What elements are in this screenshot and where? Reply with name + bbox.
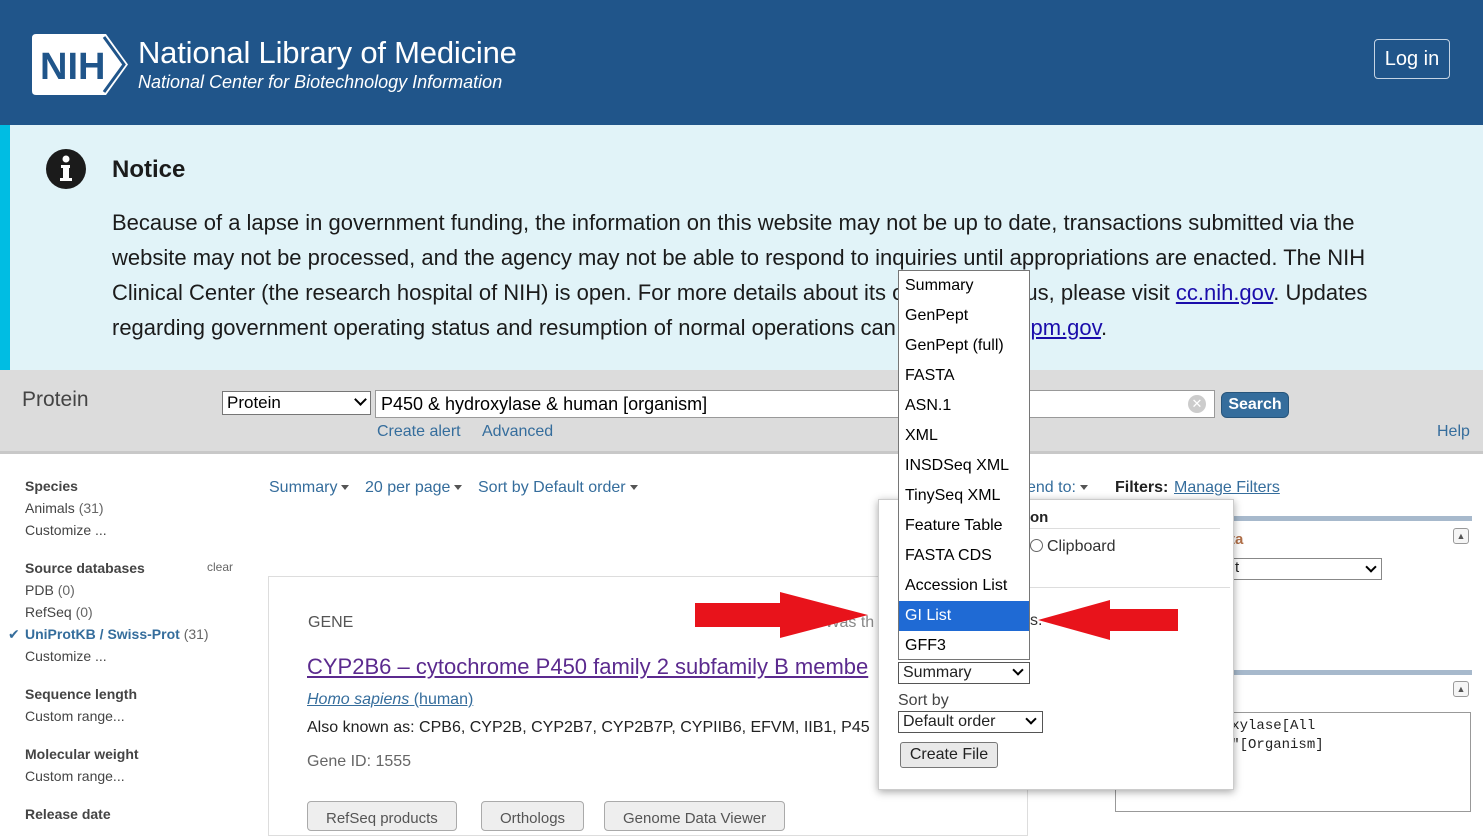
notice-body: Because of a lapse in government funding…: [112, 210, 1368, 340]
site-header: NIH National Library of Medicine Nationa…: [0, 0, 1483, 125]
sort-by-label: Sort by: [898, 692, 949, 709]
genome-data-viewer-button[interactable]: Genome Data Viewer: [604, 801, 786, 831]
chevron-down-icon: [1365, 561, 1377, 573]
database-select[interactable]: Protein: [222, 391, 371, 415]
checkmark-icon: ✔: [8, 626, 20, 642]
database-label: Protein: [22, 388, 89, 411]
caret-down-icon: [629, 485, 638, 491]
login-button[interactable]: Log in: [1374, 39, 1450, 79]
format-dropdown-list: Summary GenPept GenPept (full) FASTA ASN…: [898, 270, 1030, 660]
divider: [1030, 587, 1230, 588]
manage-filters-link[interactable]: Manage Filters: [1174, 479, 1280, 497]
format-option-fasta[interactable]: FASTA: [899, 361, 1029, 391]
format-option-genpept-full[interactable]: GenPept (full): [899, 331, 1029, 361]
per-page-menu[interactable]: 20 per page: [365, 479, 463, 497]
site-subtitle: National Center for Biotechnology Inform…: [138, 72, 503, 92]
gene-id: Gene ID: 1555: [307, 753, 412, 770]
display-format-menu[interactable]: Summary: [269, 479, 350, 497]
release-date-heading: Release date: [25, 806, 111, 822]
advanced-link[interactable]: Advanced: [482, 423, 553, 441]
opm-link[interactable]: opm.gov: [1018, 315, 1101, 340]
filter-refseq[interactable]: RefSeq (0): [25, 604, 93, 620]
organism-link[interactable]: Homo sapiens (human): [307, 691, 473, 709]
sequence-length-custom-link[interactable]: Custom range...: [25, 708, 125, 724]
format-option-summary[interactable]: Summary: [899, 271, 1029, 301]
annotation-arrow-left-icon: [1038, 600, 1178, 640]
format-option-genpept[interactable]: GenPept: [899, 301, 1029, 331]
collapse-icon[interactable]: ▲: [1453, 681, 1469, 697]
format-option-asn1[interactable]: ASN.1: [899, 391, 1029, 421]
create-file-button[interactable]: Create File: [900, 742, 998, 768]
caret-down-icon: [1079, 485, 1088, 491]
format-select[interactable]: Summary: [898, 662, 1030, 684]
filter-pdb[interactable]: PDB (0): [25, 582, 75, 598]
clear-source-link[interactable]: clear: [207, 560, 233, 574]
caret-down-icon: [454, 485, 463, 491]
filter-uniprot[interactable]: ✔ UniProtKB / Swiss-Prot (31): [8, 626, 209, 642]
search-button[interactable]: Search: [1221, 392, 1289, 418]
annotation-arrow-right-icon: [695, 592, 868, 638]
source-databases-heading: Source databases: [25, 560, 145, 576]
cc-nih-link[interactable]: cc.nih.gov: [1176, 280, 1273, 305]
customize-species-link[interactable]: Customize ...: [25, 522, 107, 538]
chevron-down-icon: [1012, 664, 1024, 676]
send-to-menu[interactable]: end to:: [1027, 479, 1088, 497]
gene-heading: GENE: [308, 614, 354, 631]
related-data-select[interactable]: t: [1232, 558, 1382, 580]
notice-title: Notice: [112, 156, 186, 183]
format-option-accession-list[interactable]: Accession List: [899, 571, 1029, 601]
clear-search-icon[interactable]: ✕: [1188, 395, 1206, 413]
molecular-weight-custom-link[interactable]: Custom range...: [25, 768, 125, 784]
filter-animals[interactable]: Animals (31): [25, 500, 104, 516]
orthologs-button[interactable]: Orthologs: [481, 801, 585, 831]
funding-notice: Notice Because of a lapse in government …: [0, 125, 1483, 370]
format-option-fasta-cds[interactable]: FASTA CDS: [899, 541, 1029, 571]
chevron-down-icon: [354, 393, 367, 406]
choose-destination-heading: on: [1030, 509, 1049, 526]
nih-logo[interactable]: NIH: [32, 34, 128, 95]
divider: [1030, 528, 1220, 529]
format-option-gff3[interactable]: GFF3: [899, 631, 1029, 661]
radio-icon[interactable]: [1030, 539, 1043, 552]
site-title[interactable]: National Library of Medicine: [138, 35, 517, 71]
format-option-tinyseq-xml[interactable]: TinySeq XML: [899, 481, 1029, 511]
caret-down-icon: [341, 485, 350, 491]
sequence-length-heading: Sequence length: [25, 686, 138, 702]
search-bar: Protein Protein P450 & hydroxylase & hum…: [0, 370, 1483, 454]
help-link[interactable]: Help: [1437, 423, 1470, 441]
species-heading: Species: [25, 478, 78, 494]
also-known-as: Also known as: CPB6, CYP2B, CYP2B7, CYP2…: [307, 719, 870, 736]
gene-title-link[interactable]: CYP2B6 – cytochrome P450 family 2 subfam…: [307, 654, 868, 680]
sort-menu[interactable]: Sort by Default order: [478, 479, 638, 497]
search-input[interactable]: P450 & hydroxylase & human [organism]: [375, 390, 1215, 418]
customize-source-link[interactable]: Customize ...: [25, 648, 107, 664]
chevron-down-icon: [1025, 713, 1037, 725]
nih-logo-text: NIH: [40, 46, 105, 88]
refseq-products-button[interactable]: RefSeq products: [307, 801, 457, 831]
format-option-insdseq-xml[interactable]: INSDSeq XML: [899, 451, 1029, 481]
filters-label: Filters:: [1115, 479, 1169, 496]
info-icon: [46, 149, 86, 189]
collapse-icon[interactable]: ▲: [1453, 528, 1469, 544]
clipboard-option[interactable]: Clipboard: [1030, 538, 1115, 556]
format-option-feature-table[interactable]: Feature Table: [899, 511, 1029, 541]
create-alert-link[interactable]: Create alert: [377, 423, 461, 441]
format-option-gi-list[interactable]: GI List: [899, 601, 1029, 631]
format-option-xml[interactable]: XML: [899, 421, 1029, 451]
molecular-weight-heading: Molecular weight: [25, 746, 139, 762]
sort-order-select[interactable]: Default order: [898, 711, 1043, 733]
